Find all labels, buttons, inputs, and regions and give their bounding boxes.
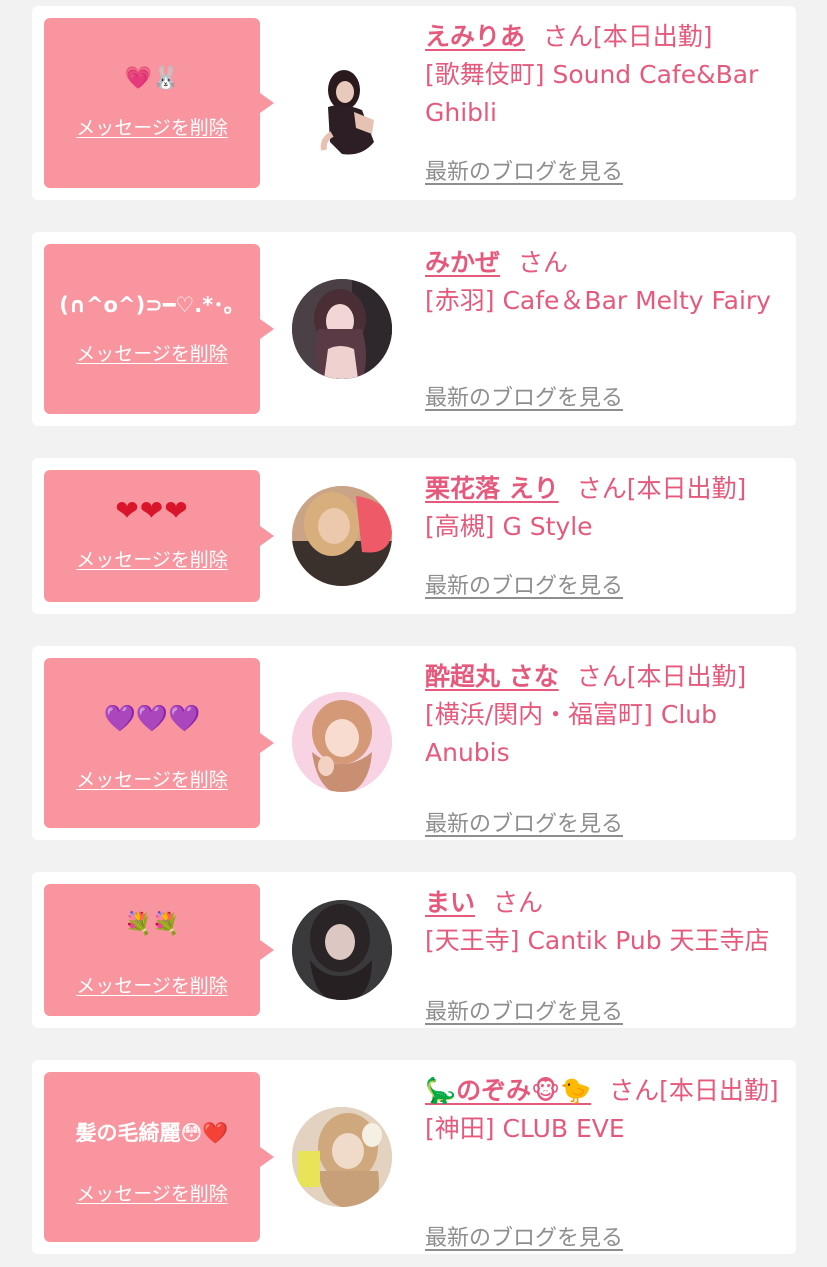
avatar-photo [292, 486, 392, 586]
message-text: 💐💐 [124, 912, 180, 937]
message-bubble: 💗🐰 メッセージを削除 [44, 18, 274, 188]
message-list: 💗🐰 メッセージを削除 えみりあ さん[本日出勤] [歌舞伎町] Sound Ca… [0, 0, 827, 1267]
cast-name-line: 🦕のぞみ🐵🐤 さん[本日出勤] [425, 1072, 785, 1110]
delete-message-link[interactable]: メッセージを削除 [44, 1182, 260, 1206]
delete-message-link[interactable]: メッセージを削除 [44, 342, 260, 366]
cast-status: さん [518, 248, 569, 277]
latest-blog-link[interactable]: 最新のブログを見る [425, 806, 623, 838]
message-bubble: 💐💐 メッセージを削除 [44, 884, 274, 1016]
avatar-photo [320, 70, 374, 155]
latest-blog-link[interactable]: 最新のブログを見る [425, 380, 623, 412]
latest-blog-link[interactable]: 最新のブログを見る [425, 1220, 623, 1252]
avatar-photo [292, 692, 392, 792]
message-text: 💜💜💜 [103, 704, 201, 734]
cast-status: さん[本日出勤] [609, 1076, 779, 1105]
message-bubble: 髪の毛綺麗😳❤️ メッセージを削除 [44, 1072, 274, 1242]
cast-info: まい さん [天王寺] Cantik Pub 天王寺店 最新のブログを見る [425, 884, 785, 1025]
message-text: ❤❤❤ [115, 494, 189, 527]
cast-name-link[interactable]: 🦕のぞみ🐵🐤 [425, 1076, 591, 1105]
message-card: 💜💜💜 メッセージを削除 酔超丸 さな さん[本日出勤] [横浜/関内・福富町] … [32, 646, 796, 840]
cast-info: 🦕のぞみ🐵🐤 さん[本日出勤] [神田] CLUB EVE 最新のブログを見る [425, 1072, 785, 1251]
avatar-photo [292, 279, 392, 379]
cast-name-link[interactable]: 栗花落 えり [425, 474, 559, 503]
cast-name-link[interactable]: みかぜ [425, 248, 500, 277]
avatar-photo [292, 900, 392, 1000]
shop-name: [高槻] G Style [425, 512, 593, 541]
cast-name-link[interactable]: 酔超丸 さな [425, 662, 559, 691]
cast-name-line: 栗花落 えり さん[本日出勤] [425, 470, 785, 508]
message-card: ❤❤❤ メッセージを削除 栗花落 えり さん[本日出勤] [高槻] G Style… [32, 458, 796, 614]
shop-name: [天王寺] Cantik Pub 天王寺店 [425, 926, 770, 955]
avatar[interactable] [292, 279, 392, 379]
delete-message-link[interactable]: メッセージを削除 [44, 116, 260, 140]
message-text: 💗🐰 [124, 66, 180, 91]
cast-name-line: 酔超丸 さな さん[本日出勤] [425, 658, 785, 696]
avatar[interactable] [292, 692, 392, 792]
cast-info: えみりあ さん[本日出勤] [歌舞伎町] Sound Cafe&Bar Ghibl… [425, 18, 785, 185]
cast-info: みかぜ さん [赤羽] Cafe＆Bar Melty Fairy 最新のブログを見… [425, 244, 785, 411]
shop-name: [赤羽] Cafe＆Bar Melty Fairy [425, 286, 771, 315]
message-card: 髪の毛綺麗😳❤️ メッセージを削除 🦕のぞみ🐵🐤 さん[本日出勤] [神田] CL… [32, 1060, 796, 1254]
cast-status: さん[本日出勤] [576, 474, 747, 503]
latest-blog-link[interactable]: 最新のブログを見る [425, 568, 623, 600]
message-text: 髪の毛綺麗😳❤️ [75, 1121, 229, 1145]
message-bubble: (∩^o^)⊃━♡.*･。 メッセージを削除 [44, 244, 274, 414]
message-card: 💐💐 メッセージを削除 まい さん [天王寺] Cantik Pub 天王寺店 最… [32, 872, 796, 1028]
cast-info: 栗花落 えり さん[本日出勤] [高槻] G Style 最新のブログを見る [425, 470, 785, 599]
message-bubble: ❤❤❤ メッセージを削除 [44, 470, 274, 602]
shop-name: [神田] CLUB EVE [425, 1114, 625, 1143]
cast-name-line: みかぜ さん [425, 244, 785, 282]
shop-name: [歌舞伎町] Sound Cafe&Bar Ghibli [425, 60, 759, 127]
delete-message-link[interactable]: メッセージを削除 [44, 974, 260, 998]
cast-status: さん[本日出勤] [576, 662, 747, 691]
message-card: 💗🐰 メッセージを削除 えみりあ さん[本日出勤] [歌舞伎町] Sound Ca… [32, 6, 796, 200]
cast-status: さん[本日出勤] [543, 22, 713, 51]
cast-name-link[interactable]: えみりあ [425, 22, 525, 51]
avatar[interactable] [292, 900, 392, 1000]
delete-message-link[interactable]: メッセージを削除 [44, 768, 260, 792]
latest-blog-link[interactable]: 最新のブログを見る [425, 994, 623, 1026]
message-text: (∩^o^)⊃━♡.*･。 [59, 293, 245, 317]
cast-name-link[interactable]: まい [425, 888, 475, 917]
latest-blog-link[interactable]: 最新のブログを見る [425, 154, 623, 186]
delete-message-link[interactable]: メッセージを削除 [44, 548, 260, 572]
message-card: (∩^o^)⊃━♡.*･。 メッセージを削除 みかぜ さん [赤羽] Cafe＆B… [32, 232, 796, 426]
avatar-photo [292, 1107, 392, 1207]
message-bubble: 💜💜💜 メッセージを削除 [44, 658, 274, 828]
avatar[interactable] [292, 62, 392, 162]
cast-name-line: えみりあ さん[本日出勤] [425, 18, 785, 56]
avatar[interactable] [292, 1107, 392, 1207]
cast-name-line: まい さん [425, 884, 785, 922]
cast-info: 酔超丸 さな さん[本日出勤] [横浜/関内・福富町] Club Anubis 最… [425, 658, 785, 837]
avatar[interactable] [292, 486, 392, 586]
shop-name: [横浜/関内・福富町] Club Anubis [425, 700, 717, 767]
cast-status: さん [493, 888, 544, 917]
